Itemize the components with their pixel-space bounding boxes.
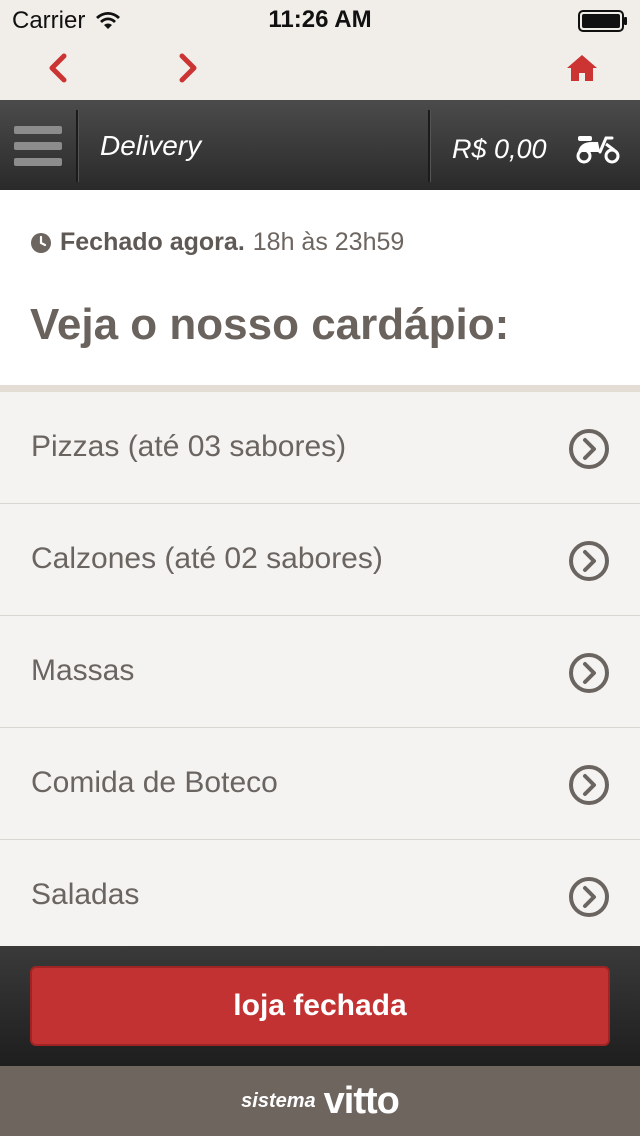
list-item[interactable]: Saladas: [0, 840, 640, 952]
store-hours: Fechado agora. 18h às 23h59: [30, 228, 404, 257]
chevron-circle-right-icon: [569, 653, 609, 693]
list-item-label: Calzones (até 02 sabores): [31, 542, 383, 575]
section-divider: [0, 385, 640, 392]
list-item[interactable]: Calzones (até 02 sabores): [0, 504, 640, 616]
chevron-right-icon: [179, 53, 197, 83]
bottom-bar: loja fechada: [0, 946, 640, 1066]
toolbar-divider: [428, 110, 431, 182]
chevron-circle-right-icon: [569, 541, 609, 581]
chevron-circle-right-icon: [569, 877, 609, 917]
menu-bar: [14, 142, 62, 150]
list-item[interactable]: Comida de Boteco: [0, 728, 640, 840]
home-icon: [567, 55, 597, 81]
chevron-left-icon: [49, 53, 67, 83]
scooter-icon[interactable]: [574, 130, 622, 164]
cart-total[interactable]: R$ 0,00: [452, 134, 547, 165]
store-closed-button[interactable]: loja fechada: [30, 966, 610, 1046]
status-time: 11:26 AM: [268, 6, 372, 33]
store-info: Fechado agora. 18h às 23h59 Veja o nosso…: [0, 190, 640, 386]
list-item-label: Pizzas (até 03 sabores): [31, 430, 347, 463]
toolbar-title: Delivery: [100, 130, 202, 161]
toolbar: Delivery R$ 0,00: [0, 100, 640, 190]
menu-button[interactable]: [14, 126, 62, 166]
menu-heading: Veja o nosso cardápio:: [30, 300, 510, 349]
list-item[interactable]: Pizzas (até 03 sabores): [0, 392, 640, 504]
footer-logo: vitto: [323, 1079, 400, 1122]
footer: sistema vitto: [0, 1066, 640, 1136]
footer-prefix: sistema: [241, 1089, 316, 1112]
top-bar: Carrier 11:26 AM: [0, 0, 640, 100]
status-bar: Carrier 11:26 AM: [0, 0, 640, 40]
category-list: Pizzas (até 03 sabores) Calzones (até 02…: [0, 392, 640, 952]
menu-bar: [14, 158, 62, 166]
chevron-circle-right-icon: [569, 429, 609, 469]
list-item-label: Massas: [31, 654, 135, 687]
battery-icon: [578, 10, 627, 32]
store-hours-value: 18h às 23h59: [252, 228, 405, 256]
menu-bar: [14, 126, 62, 134]
toolbar-divider: [76, 110, 79, 182]
chevron-circle-right-icon: [569, 765, 609, 805]
store-state: Fechado agora.: [60, 228, 245, 256]
clock-icon: [31, 232, 51, 253]
home-button[interactable]: [562, 48, 602, 88]
back-button[interactable]: [38, 48, 78, 88]
list-item-label: Comida de Boteco: [31, 766, 278, 799]
list-item-label: Saladas: [31, 878, 140, 911]
list-item[interactable]: Massas: [0, 616, 640, 728]
forward-button[interactable]: [168, 48, 208, 88]
